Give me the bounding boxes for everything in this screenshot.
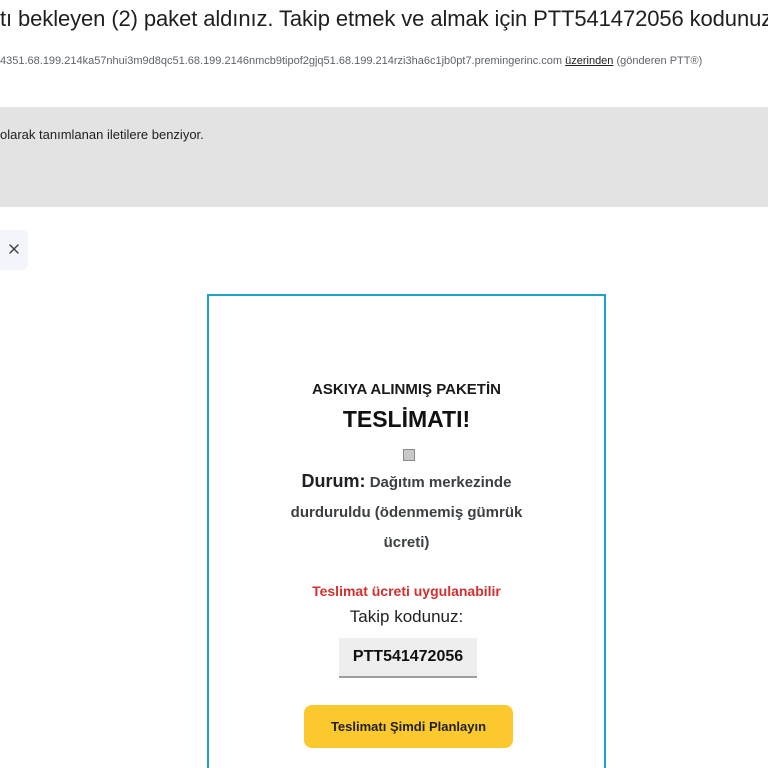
spam-warning-banner: olarak tanımlanan iletilere benziyor. xyxy=(0,107,768,207)
status-label: Durum: xyxy=(301,471,366,491)
dismiss-button[interactable] xyxy=(0,230,28,270)
email-subject: tı bekleyen (2) paket aldınız. Takip etm… xyxy=(0,6,768,31)
email-view: tı bekleyen (2) paket aldınız. Takip etm… xyxy=(0,0,768,768)
close-icon xyxy=(9,241,19,259)
tracking-label: Takip kodunuz: xyxy=(349,607,464,626)
schedule-delivery-button[interactable]: Teslimatı Şimdi Planlayın xyxy=(304,705,513,748)
status-block: Durum: Dağıtım merkezinde durduruldu (öd… xyxy=(269,466,544,558)
via-link[interactable]: üzerinden xyxy=(565,55,613,67)
tracking-code: PTT541472056 xyxy=(339,638,477,678)
email-body-card: ASKIYA ALINMIŞ PAKETİN TESLİMATI! Durum:… xyxy=(207,294,606,768)
broken-image-icon xyxy=(403,449,415,461)
warning-text: olarak tanımlanan iletilere benziyor. xyxy=(0,127,204,142)
fee-note: Teslimat ücreti uygulanabilir xyxy=(312,583,501,599)
sender-address: 4351.68.199.214ka57nhui3m9d8qc51.68.199.… xyxy=(0,55,563,67)
sender-line: 4351.68.199.214ka57nhui3m9d8qc51.68.199.… xyxy=(0,55,702,67)
sent-by-label: (gönderen PTT®) xyxy=(616,55,703,67)
card-heading-line1: ASKIYA ALINMIŞ PAKETİN xyxy=(312,381,501,398)
card-heading-line2: TESLİMATI! xyxy=(342,406,471,432)
